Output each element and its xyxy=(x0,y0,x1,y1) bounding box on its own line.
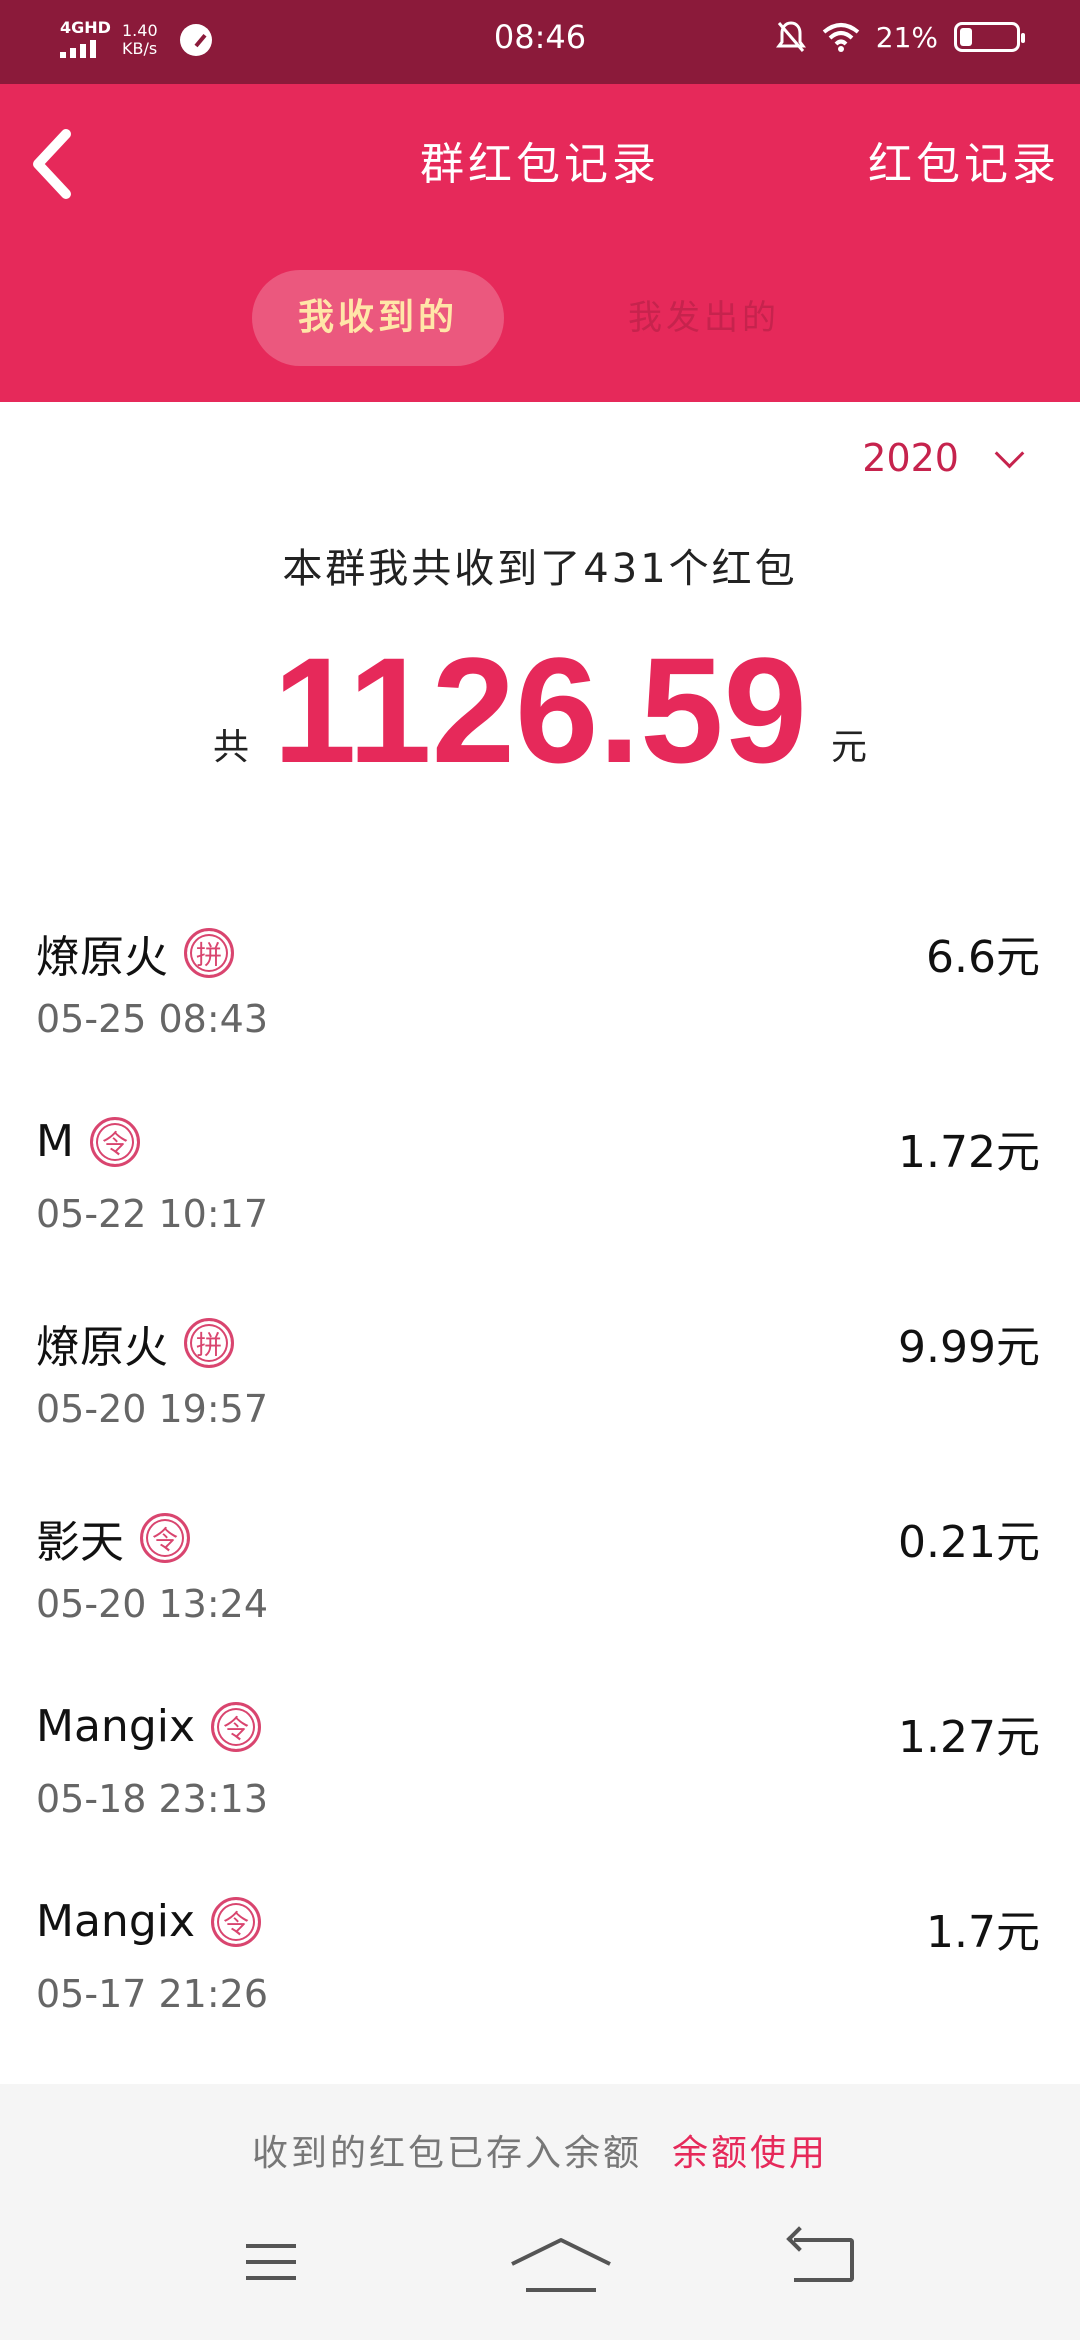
record-amount: 1.27元 xyxy=(898,1712,1040,1763)
summary-text: 本群我共收到了431个红包 xyxy=(282,546,798,592)
footer: 收到的红包已存入余额 余额使用 xyxy=(0,2084,1080,2340)
sender-name: 影天 xyxy=(36,1517,124,1568)
year-value: 2020 xyxy=(862,436,959,480)
total-amount: 1126.59 xyxy=(273,626,807,794)
list-item[interactable]: M令 05-22 10:17 1.72元 xyxy=(0,1088,1080,1283)
battery-icon xyxy=(954,22,1025,52)
list-item[interactable]: 燎原火拼 05-20 19:57 9.99元 xyxy=(0,1283,1080,1478)
packet-type-badge: 拼 xyxy=(184,1318,234,1368)
home-icon[interactable] xyxy=(506,2232,616,2302)
menu-icon[interactable] xyxy=(246,2244,296,2292)
status-bar: 4GHD 1.40 KB/s 08:46 21% xyxy=(0,0,1080,84)
record-time: 05-18 23:13 xyxy=(36,1777,269,1821)
sender-name: Mangix xyxy=(36,1896,196,1947)
tab-received[interactable]: 我收到的 xyxy=(252,270,504,366)
record-time: 05-25 08:43 xyxy=(36,997,269,1041)
balance-use-link[interactable]: 余额使用 xyxy=(672,2133,828,2174)
list-item[interactable]: 燎原火拼 05-25 08:43 6.6元 xyxy=(0,893,1080,1088)
packet-type-badge: 拼 xyxy=(184,928,234,978)
return-icon[interactable] xyxy=(794,2238,854,2282)
battery-percent: 21% xyxy=(875,20,938,54)
list-item[interactable]: Mangix 令 05-17 21:26 1.7元 xyxy=(0,1868,1080,2063)
packet-type-badge: 令 xyxy=(140,1513,190,1563)
record-amount: 6.6元 xyxy=(926,932,1040,983)
red-packet-records-link[interactable]: 红包记录 xyxy=(868,128,1060,192)
packet-type-badge: 令 xyxy=(211,1896,262,1947)
record-amount: 0.21元 xyxy=(898,1517,1040,1568)
total-suffix: 元 xyxy=(830,727,867,768)
year-selector[interactable]: 2020 xyxy=(862,436,1025,480)
record-time: 05-20 13:24 xyxy=(36,1582,269,1626)
packet-type-badge: 令 xyxy=(211,1701,262,1752)
record-list: 燎原火拼 05-25 08:43 6.6元 M令 05-22 10:17 1.7… xyxy=(0,893,1080,2063)
record-amount: 1.7元 xyxy=(926,1907,1040,1958)
sender-name: Mangix xyxy=(36,1701,196,1752)
mute-icon xyxy=(775,21,806,52)
record-time: 05-17 21:26 xyxy=(36,1972,269,2016)
chevron-down-icon xyxy=(994,438,1025,468)
packet-type-badge: 令 xyxy=(89,1116,140,1167)
system-nav-bar xyxy=(0,2232,1080,2312)
sender-name: 燎原火 xyxy=(36,932,168,983)
balance-notice: 收到的红包已存入余额 余额使用 xyxy=(0,2124,1080,2176)
list-item[interactable]: 影天令 05-20 13:24 0.21元 xyxy=(0,1478,1080,1673)
record-time: 05-20 19:57 xyxy=(36,1387,269,1431)
sender-name: M xyxy=(36,1116,74,1167)
sender-name: 燎原火 xyxy=(36,1322,168,1373)
tab-bar: 我收到的 我发出的 xyxy=(0,270,1080,366)
record-amount: 9.99元 xyxy=(898,1322,1040,1373)
wifi-icon xyxy=(822,23,860,52)
total-amount-block: 共 1126.59 元 xyxy=(0,630,1080,790)
tab-sent[interactable]: 我发出的 xyxy=(604,270,804,366)
total-prefix: 共 xyxy=(213,727,250,768)
record-amount: 1.72元 xyxy=(898,1127,1040,1178)
header: 群红包记录 红包记录 我收到的 我发出的 xyxy=(0,84,1080,402)
list-item[interactable]: Mangix 令 05-18 23:13 1.27元 xyxy=(0,1673,1080,1868)
balance-notice-text: 收到的红包已存入余额 xyxy=(251,2133,642,2174)
record-time: 05-22 10:17 xyxy=(36,1192,269,1236)
